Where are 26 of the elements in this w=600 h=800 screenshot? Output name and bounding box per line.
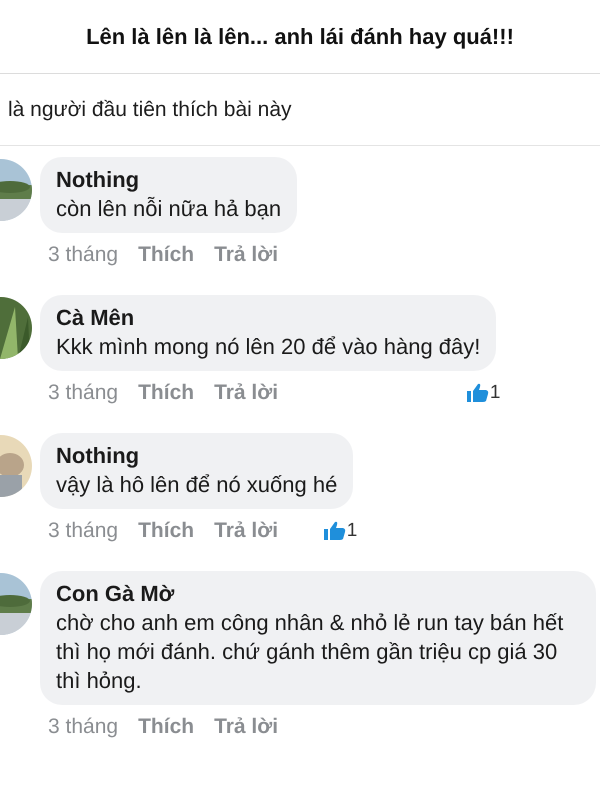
like-link[interactable]: Thích — [138, 243, 194, 267]
author-name[interactable]: Nothing — [56, 441, 338, 470]
comment-time: 3 tháng — [48, 715, 118, 739]
reply-link[interactable]: Trả lời — [214, 519, 278, 543]
like-link[interactable]: Thích — [138, 519, 194, 543]
comment-text: chờ cho anh em công nhân & nhỏ lẻ run tay bán hết thì họ mới đánh. chứ gánh thêm gần triệu cp giá 30 thì hỏng. — [56, 609, 564, 695]
comment-text: còn lên nỗi nữa hả bạn — [56, 195, 282, 223]
reply-link[interactable]: Trả lời — [214, 381, 278, 405]
reply-link[interactable]: Trả lời — [214, 243, 278, 267]
reply-link[interactable]: Trả lời — [214, 715, 278, 739]
likes-note: là người đầu tiên thích bài này — [0, 74, 600, 146]
thumbs-up-icon — [466, 383, 489, 403]
post-title: Lên là lên là lên... anh lái đánh hay quá!!! — [86, 24, 514, 50]
author-name[interactable]: Con Gà Mờ — [56, 579, 580, 608]
reaction-count: 1 — [490, 382, 500, 404]
author-name[interactable]: Nothing — [56, 165, 282, 194]
thumbs-up-icon — [324, 521, 346, 541]
comment-time: 3 tháng — [48, 519, 118, 543]
comment-text: vậy là hô lên để nó xuống hé — [56, 471, 338, 499]
author-name[interactable]: Cà Mên — [56, 303, 480, 332]
like-link[interactable]: Thích — [138, 715, 194, 739]
like-link[interactable]: Thích — [138, 381, 194, 405]
comment-text: Kkk mình mong nó lên 20 để vào hàng đây! — [56, 333, 480, 361]
reaction-count: 1 — [346, 520, 358, 542]
comment-time: 3 tháng — [48, 243, 118, 267]
comment-time: 3 tháng — [48, 381, 118, 405]
